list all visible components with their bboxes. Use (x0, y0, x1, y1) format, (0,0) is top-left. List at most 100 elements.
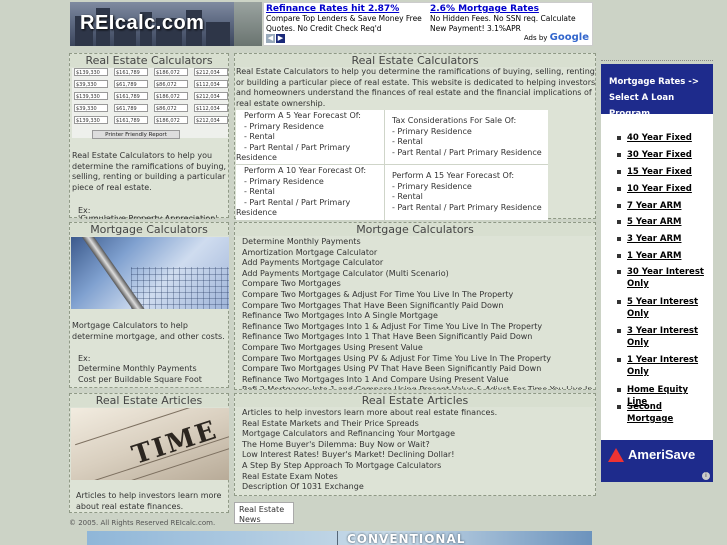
main-title: Real Estate Articles (235, 394, 595, 407)
article-link[interactable]: Articles to help investors learn more ab… (242, 408, 594, 419)
loan-program-link[interactable]: 30 Year Fixed (627, 149, 711, 161)
thumb-cell: $161,789 (114, 68, 148, 76)
article-link[interactable]: Real Estate Exam Notes (242, 472, 594, 483)
loan-program-link[interactable]: 7 Year ARM (627, 200, 711, 212)
google-logo: Google (549, 32, 589, 43)
mortgage-calculator-link[interactable]: Refinance Two Mortgages Into 1 That Have… (242, 332, 594, 343)
thumb-cell: $161,789 (114, 116, 148, 124)
mortgage-calculator-link[interactable]: Compare Two Mortgages That Have Been Sig… (242, 301, 594, 312)
real-estate-news-button[interactable]: Real Estate News (234, 502, 294, 524)
cell-item[interactable]: - Rental (244, 187, 384, 198)
mortgage-calculator-link[interactable]: Refinance Two Mortgages Into A Single Mo… (242, 311, 594, 322)
article-link[interactable]: A Step By Step Approach To Mortgage Calc… (242, 461, 594, 472)
article-link[interactable]: Description Of 1031 Exchange (242, 482, 594, 493)
table-cell[interactable]: Tax Considerations For Sale Of: - Primar… (392, 116, 547, 158)
table-cell[interactable]: Perform A 10 Year Forecast Of: - Primary… (236, 166, 384, 219)
sidebar-heading: Mortgage Rates -> (609, 77, 699, 87)
loan-program-link[interactable]: 1 Year Interest Only (627, 354, 711, 378)
cell-head: Perform A 10 Year Forecast Of: (244, 166, 367, 175)
ads-by-google[interactable]: Ads by Google (524, 32, 589, 43)
amerisave-logo[interactable]: AmeriSave i (601, 440, 713, 482)
cell-item[interactable]: - Primary Residence (392, 127, 547, 138)
article-link[interactable]: Low Interest Rates! Buyer's Market! Decl… (242, 450, 594, 461)
loan-program-link[interactable]: 5 Year Interest Only (627, 296, 711, 320)
bullet-icon (617, 388, 621, 392)
ad-prev-icon[interactable]: ◀ (266, 34, 275, 43)
cell-item[interactable]: - Part Rental / Part Primary Residence (236, 198, 384, 219)
thumb-cell: $86,072 (154, 80, 188, 88)
site-logo[interactable]: REIcalc.com (70, 2, 234, 46)
panel-ex-item[interactable]: Determine Monthly Payments (78, 364, 197, 375)
mortgage-calculator-link[interactable]: Compare Two Mortgages Using PV & Adjust … (242, 354, 594, 365)
cell-item[interactable]: - Rental (392, 192, 547, 203)
thumb-cell: $186,072 (154, 116, 188, 124)
bullet-icon (617, 220, 621, 224)
loan-program-link[interactable]: 5 Year ARM (627, 216, 711, 228)
cell-item[interactable]: - Primary Residence (392, 182, 547, 193)
panel-real-estate-articles: Real Estate Articles TIME Articles to he… (69, 393, 229, 513)
loan-program-link[interactable]: 30 Year Interest Only (627, 266, 711, 290)
loan-program-link[interactable]: Second Mortgage (627, 401, 711, 425)
panel-ex-item[interactable]: 'Cumulative Property Appreciation' (78, 214, 228, 219)
main-title: Mortgage Calculators (235, 223, 595, 236)
mortgage-calculator-link[interactable]: Compare Two Mortgages & Adjust For Time … (242, 290, 594, 301)
header-decor (234, 2, 262, 46)
mortgage-calculator-link[interactable]: Determine Monthly Payments (242, 237, 594, 248)
mortgage-calculator-link[interactable]: Amortization Mortgage Calculator (242, 248, 594, 259)
top-ad-banner: Refinance Rates hit 2.87% Compare Top Le… (263, 2, 593, 46)
panel-real-estate-calculators: Real Estate Calculators $139,330 $161,789… (69, 53, 229, 219)
thumb-cell: $61,789 (114, 80, 148, 88)
ad-link-refinance[interactable]: Refinance Rates hit 2.87% (266, 4, 426, 14)
mortgage-calculator-link[interactable]: Compare Two Mortgages Using Present Valu… (242, 343, 594, 354)
cell-item[interactable]: - Primary Residence (244, 177, 384, 188)
ad-next-icon[interactable]: ▶ (276, 34, 285, 43)
mortgage-calculator-link[interactable]: Add Payments Mortgage Calculator (242, 258, 594, 269)
thumb-cell: $61,789 (114, 104, 148, 112)
cell-item[interactable]: - Part Rental / Part Primary Residence (392, 148, 547, 159)
bullet-icon (617, 405, 621, 409)
article-link[interactable]: Mortgage Calculators and Refinancing You… (242, 429, 594, 440)
banner-text: CONVENTIONAL (347, 532, 466, 545)
bullet-icon (617, 170, 621, 174)
cell-item[interactable]: - Rental (244, 132, 384, 143)
mortgage-calculator-link[interactable]: Compare Two Mortgages Using PV That Have… (242, 364, 594, 375)
calculator-thumbnail[interactable]: $139,330 $161,789 $186,072 $212,034 $39,330 $… (72, 68, 228, 139)
mortgage-calculator-link[interactable]: Compare Two Mortgages (242, 279, 594, 290)
cell-item[interactable]: - Primary Residence (244, 122, 384, 133)
mortgage-calculator-link[interactable]: Refi 2 Mortgages Into 1 and Compare Usin… (242, 385, 594, 389)
loan-program-link[interactable]: 1 Year ARM (627, 250, 711, 262)
mortgage-calculator-link[interactable]: Add Payments Mortgage Calculator (Multi … (242, 269, 594, 280)
thumb-cell: $139,330 (74, 92, 108, 100)
newspaper-photo[interactable]: TIME (71, 408, 229, 480)
cell-head: Perform A 15 Year Forecast Of: (392, 171, 515, 180)
printer-report-button[interactable]: Printer Friendly Report (92, 130, 180, 139)
ad-link-mortgage-rates[interactable]: 2.6% Mortgage Rates (430, 4, 590, 14)
table-cell[interactable]: Perform A 5 Year Forecast Of: - Primary … (236, 111, 384, 164)
loan-program-link[interactable]: 3 Year ARM (627, 233, 711, 245)
panel-description: Mortgage Calculators to help determine m… (72, 321, 225, 341)
amerisave-mark-icon (608, 448, 624, 462)
mortgage-calculator-link[interactable]: Refinance Two Mortgages Into 1 & Adjust … (242, 322, 594, 333)
article-link[interactable]: Real Estate Markets and Their Price Spre… (242, 419, 594, 430)
copyright: © 2005. All Rights Reserved REIcalc.com. (69, 519, 216, 527)
calculator-table: Perform A 5 Year Forecast Of: - Primary … (236, 110, 548, 220)
article-link[interactable]: The Home Buyer's Dilemma: Buy Now or Wai… (242, 440, 594, 451)
table-cell[interactable]: Perform A 15 Year Forecast Of: - Primary… (392, 171, 547, 213)
bullet-icon (617, 254, 621, 258)
loan-program-link[interactable]: 10 Year Fixed (627, 183, 711, 195)
loan-program-list: 40 Year Fixed 30 Year Fixed 15 Year Fixed 1… (601, 114, 713, 440)
bullet-icon (617, 329, 621, 333)
pen-photo[interactable] (71, 237, 229, 309)
info-icon[interactable]: i (702, 472, 710, 480)
mortgage-rates-header: Mortgage Rates -> Select A Loan Program (601, 64, 713, 119)
cell-item[interactable]: - Part Rental / Part Primary Residence (236, 143, 384, 164)
panel-title: Real Estate Articles (70, 394, 228, 407)
mortgage-calculator-link[interactable]: Refinance Two Mortgages Into 1 And Compa… (242, 375, 594, 386)
loan-program-link[interactable]: 3 Year Interest Only (627, 325, 711, 349)
loan-program-link[interactable]: 40 Year Fixed (627, 132, 711, 144)
cell-item[interactable]: - Part Rental / Part Primary Residence (392, 203, 547, 214)
loan-program-link[interactable]: 15 Year Fixed (627, 166, 711, 178)
cell-item[interactable]: - Rental (392, 137, 547, 148)
bottom-banner-ad[interactable]: CONVENTIONAL (87, 531, 592, 545)
panel-ex-item[interactable]: Cost per Buildable Square Foot (78, 375, 202, 386)
